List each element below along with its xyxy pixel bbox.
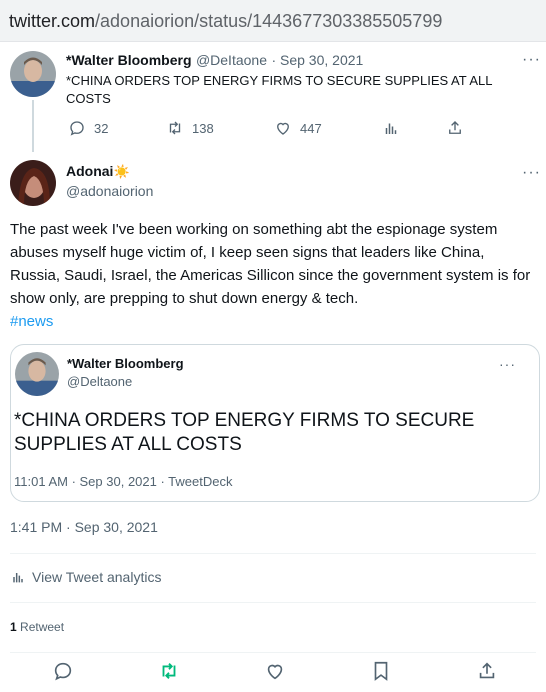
like-count: 447	[300, 120, 322, 136]
analytics-label: View Tweet analytics	[32, 569, 162, 585]
main-tweet-text: The past week I've been working on somet…	[10, 218, 536, 333]
quoted-tweet-card[interactable]: *Walter Bloomberg @Deltaone ··· *CHINA O…	[10, 344, 540, 502]
reply-button[interactable]	[52, 660, 76, 684]
like-button[interactable]	[264, 660, 288, 684]
reply-icon	[70, 121, 84, 136]
retweet-icon	[169, 121, 181, 135]
original-tweet-date[interactable]: · Sep 30, 2021	[271, 52, 363, 68]
like-button[interactable]: 447	[274, 119, 322, 137]
divider	[10, 553, 536, 554]
bookmark-icon	[374, 661, 388, 681]
original-author-handle[interactable]: @DeItaone	[196, 52, 267, 68]
url-path: /adonaiorion/status/1443677303385505799	[95, 11, 443, 31]
bookmark-button[interactable]	[370, 660, 394, 684]
original-tweet-actions: 32 138 447	[60, 119, 480, 139]
more-icon[interactable]: ···	[522, 52, 541, 68]
analytics-icon	[385, 123, 397, 134]
retweet-stats[interactable]: 1 Retweet	[10, 620, 64, 634]
divider	[10, 602, 536, 603]
original-tweet-header: *Walter Bloomberg @DeItaone · Sep 30, 20…	[66, 52, 363, 70]
main-tweet-body: The past week I've been working on somet…	[10, 221, 531, 307]
quoted-tweet-meta: 11:01 AM · Sep 30, 2021 · TweetDeck	[14, 474, 233, 489]
quoted-author-handle[interactable]: @Deltaone	[67, 374, 132, 389]
share-button[interactable]	[476, 660, 500, 684]
address-bar[interactable]: twitter.com/adonaiorion/status/144367730…	[0, 0, 546, 42]
more-icon[interactable]: ···	[499, 357, 516, 371]
share-button[interactable]	[446, 119, 464, 137]
analytics-button[interactable]	[382, 119, 400, 137]
quoted-tweet-text: *CHINA ORDERS TOP ENERGY FIRMS TO SECURE…	[14, 410, 475, 455]
retweet-count: 138	[192, 120, 214, 136]
quoted-author-avatar[interactable]	[15, 352, 59, 396]
main-tweet-header: Adonai☀️	[66, 163, 130, 181]
reply-icon	[54, 662, 72, 681]
retweet-button[interactable]: 138	[166, 119, 214, 137]
share-icon	[449, 121, 461, 134]
retweet-button[interactable]	[158, 660, 182, 684]
main-tweet-timestamp[interactable]: 1:41 PM · Sep 30, 2021	[10, 519, 158, 535]
retweet-stat-label: Retweet	[20, 620, 65, 634]
sun-emoji-icon: ☀️	[113, 164, 130, 179]
analytics-icon	[13, 573, 23, 583]
hashtag-link[interactable]: #news	[10, 313, 53, 330]
main-tweet-actions	[0, 660, 546, 690]
retweet-stat-count: 1	[10, 620, 17, 634]
reply-count: 32	[94, 120, 109, 136]
divider	[10, 652, 536, 653]
retweet-icon	[162, 663, 176, 679]
url-domain: twitter.com	[9, 11, 96, 31]
reply-button[interactable]: 32	[68, 119, 108, 137]
thread-connector-line	[32, 100, 34, 152]
original-author-name[interactable]: *Walter Bloomberg	[66, 52, 192, 68]
original-tweet-text: *CHINA ORDERS TOP ENERGY FIRMS TO SECURE…	[66, 73, 493, 106]
main-author-handle[interactable]: @adonaiorion	[66, 183, 153, 199]
like-icon	[277, 122, 289, 135]
share-icon	[479, 662, 495, 679]
more-icon[interactable]: ···	[522, 165, 541, 181]
like-icon	[267, 664, 283, 680]
walter-bloomberg-avatar[interactable]	[10, 51, 56, 97]
adonai-avatar[interactable]	[10, 160, 56, 206]
main-author-name[interactable]: Adonai	[66, 163, 113, 179]
quoted-author-name[interactable]: *Walter Bloomberg	[67, 356, 184, 371]
view-analytics-link[interactable]: View Tweet analytics	[10, 569, 161, 585]
